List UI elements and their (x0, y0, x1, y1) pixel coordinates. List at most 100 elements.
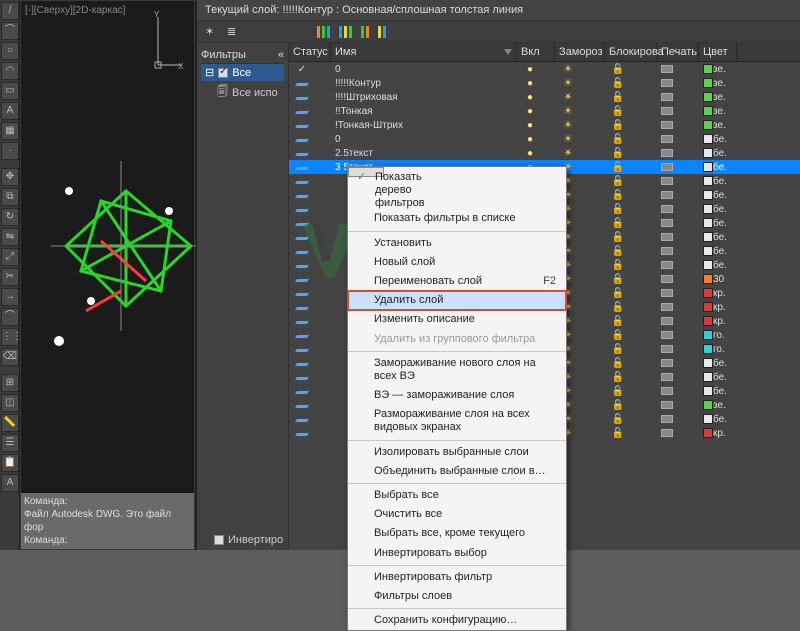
menu-show-filter-tree[interactable]: Показать дерево фильтров (348, 167, 384, 177)
lock-open-icon[interactable]: 🔓 (609, 358, 627, 369)
color-swatch[interactable] (703, 386, 713, 396)
lock-open-icon[interactable]: 🔓 (609, 428, 627, 439)
layer-stack-icon[interactable] (317, 26, 331, 38)
model-viewport[interactable]: [-][Сверху][2D-каркас] Y X (20, 0, 195, 550)
sun-icon[interactable]: ☀ (559, 120, 577, 131)
tool-text-icon[interactable]: A (1, 102, 19, 120)
menu-delete-layer[interactable]: Удалить слой (348, 291, 566, 310)
printer-icon[interactable] (661, 275, 673, 283)
menu-thaw-all-vp[interactable]: Размораживание слоя на всех видовых экра… (348, 405, 566, 437)
color-swatch[interactable] (703, 372, 713, 382)
new-layer-icon[interactable]: ✶ (205, 25, 219, 39)
layer-states-icon[interactable]: ≣ (227, 25, 241, 39)
lock-open-icon[interactable]: 🔓 (609, 148, 627, 159)
color-swatch[interactable] (703, 78, 713, 88)
color-swatch[interactable] (703, 92, 713, 102)
printer-icon[interactable] (661, 373, 673, 381)
tool-rect-icon[interactable]: ▭ (1, 82, 19, 100)
lock-open-icon[interactable]: 🔓 (609, 302, 627, 313)
menu-invert-filter[interactable]: Инвертировать фильтр (348, 568, 566, 587)
tool-scale-icon[interactable]: ⤢ (1, 248, 19, 266)
lock-open-icon[interactable]: 🔓 (609, 274, 627, 285)
col-lock[interactable]: Блокирова (605, 43, 657, 61)
col-plot[interactable]: Печать (657, 43, 699, 61)
tool-circle-icon[interactable]: ○ (1, 42, 19, 60)
sun-icon[interactable]: ☀ (559, 92, 577, 103)
tool-measure-icon[interactable]: 📏 (1, 414, 19, 432)
lock-open-icon[interactable]: 🔓 (609, 120, 627, 131)
color-swatch[interactable] (703, 344, 713, 354)
tool-move-icon[interactable]: ✥ (1, 168, 19, 186)
color-swatch[interactable] (703, 302, 713, 312)
col-freeze[interactable]: Замороз (555, 43, 605, 61)
sun-icon[interactable]: ☀ (559, 106, 577, 117)
printer-icon[interactable] (661, 401, 673, 409)
viewport-label[interactable]: [-][Сверху][2D-каркас] (25, 5, 125, 16)
printer-icon[interactable] (661, 387, 673, 395)
lock-open-icon[interactable]: 🔓 (609, 232, 627, 243)
printer-icon[interactable] (661, 317, 673, 325)
printer-icon[interactable] (661, 121, 673, 129)
color-swatch[interactable] (703, 358, 713, 368)
menu-vp-freeze[interactable]: ВЭ — замораживание слоя (348, 386, 566, 405)
printer-icon[interactable] (661, 359, 673, 367)
color-swatch[interactable] (703, 218, 713, 228)
menu-new-layer[interactable]: Новый слой (348, 253, 566, 272)
filters-collapse-icon[interactable]: « (278, 49, 284, 61)
bulb-icon[interactable]: ● (521, 64, 539, 75)
layer-row[interactable]: ✓0●☀🔓 зе. (289, 62, 800, 76)
printer-icon[interactable] (661, 65, 673, 73)
printer-icon[interactable] (661, 135, 673, 143)
tool-hatch-icon[interactable]: ▦ (1, 122, 19, 140)
menu-save-config[interactable]: Сохранить конфигурацию… (348, 611, 566, 630)
tool-prop-icon[interactable]: ☰ (1, 434, 19, 452)
layer-stack2-icon[interactable] (339, 26, 353, 38)
tool-a-icon[interactable]: A (1, 474, 19, 492)
color-swatch[interactable] (703, 134, 713, 144)
tool-block-icon[interactable]: ◫ (1, 394, 19, 412)
printer-icon[interactable] (661, 149, 673, 157)
printer-icon[interactable] (661, 107, 673, 115)
lock-open-icon[interactable]: 🔓 (609, 414, 627, 425)
lock-open-icon[interactable]: 🔓 (609, 218, 627, 229)
layer-row[interactable]: 2.5текст●☀🔓 бе. (289, 146, 800, 160)
printer-icon[interactable] (661, 247, 673, 255)
color-swatch[interactable] (703, 148, 713, 158)
color-swatch[interactable] (703, 190, 713, 200)
tool-polyline-icon[interactable]: ⌒ (1, 22, 19, 40)
printer-icon[interactable] (661, 261, 673, 269)
sun-icon[interactable]: ☀ (559, 148, 577, 159)
layer-stack3-icon[interactable] (361, 26, 370, 38)
lock-open-icon[interactable]: 🔓 (609, 176, 627, 187)
layer-stack4-icon[interactable] (378, 26, 387, 38)
printer-icon[interactable] (661, 331, 673, 339)
sun-icon[interactable]: ☀ (559, 64, 577, 75)
bulb-icon[interactable]: ● (521, 134, 539, 145)
printer-icon[interactable] (661, 93, 673, 101)
printer-icon[interactable] (661, 191, 673, 199)
tool-erase-icon[interactable]: ⌫ (1, 348, 19, 366)
tool-array-icon[interactable]: ⋮⋮ (1, 328, 19, 346)
sun-icon[interactable]: ☀ (559, 78, 577, 89)
menu-merge[interactable]: Объединить выбранные слои в… (348, 462, 566, 481)
tool-arc-icon[interactable]: ◠ (1, 62, 19, 80)
layer-row[interactable]: 0●☀🔓 бе. (289, 132, 800, 146)
printer-icon[interactable] (661, 233, 673, 241)
printer-icon[interactable] (661, 303, 673, 311)
printer-icon[interactable] (661, 289, 673, 297)
col-name[interactable]: Имя (331, 43, 517, 61)
printer-icon[interactable] (661, 79, 673, 87)
menu-layer-filters[interactable]: Фильтры слоев (348, 587, 566, 606)
col-status[interactable]: Статус (289, 43, 331, 61)
tool-rotate-icon[interactable]: ↻ (1, 208, 19, 226)
bulb-icon[interactable]: ● (521, 106, 539, 117)
color-swatch[interactable] (703, 428, 713, 438)
filter-all[interactable]: ⊟Все (201, 64, 284, 81)
lock-open-icon[interactable]: 🔓 (609, 106, 627, 117)
color-swatch[interactable] (703, 288, 713, 298)
lock-open-icon[interactable]: 🔓 (609, 78, 627, 89)
col-on[interactable]: Вкл (517, 43, 555, 61)
color-swatch[interactable] (703, 330, 713, 340)
bulb-icon[interactable]: ● (521, 120, 539, 131)
invert-filter-checkbox[interactable]: Инвертиро (214, 534, 283, 546)
